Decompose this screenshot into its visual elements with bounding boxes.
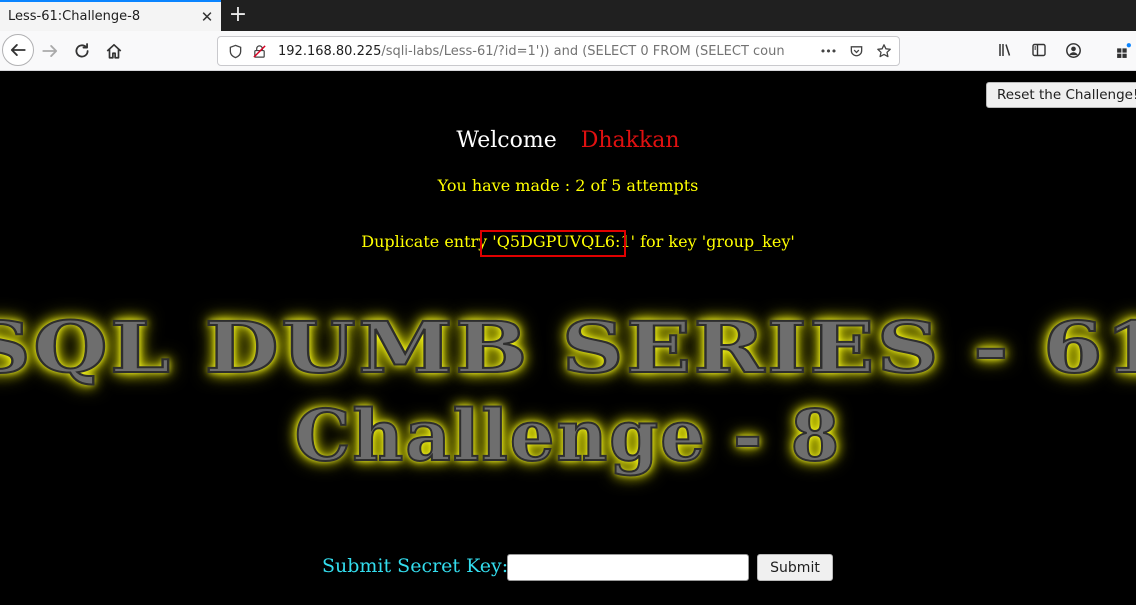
tab-title: Less-61:Challenge-8 [8,9,141,24]
tab-strip: Less-61:Challenge-8 ✕ + [0,0,1136,31]
forward-arrow-icon[interactable] [34,35,66,67]
reset-challenge-button[interactable]: Reset the Challenge! [986,82,1136,108]
secret-key-input[interactable] [507,554,749,581]
tab-close-icon[interactable]: ✕ [193,3,221,31]
page-actions-icon[interactable]: ••• [817,40,839,62]
secret-key-label: Submit Secret Key: [322,555,509,577]
url-host: 192.168.80.225 [278,43,382,59]
reload-icon[interactable] [66,35,98,67]
url-text[interactable]: 192.168.80.225/sqli-labs/Less-61/?id=1')… [278,44,798,59]
url-path: /sqli-labs/Less-61/?id=1')) and (SELECT … [381,43,785,59]
insecure-lock-icon[interactable] [248,40,270,62]
new-tab-icon[interactable]: + [224,0,252,30]
url-bar[interactable]: 192.168.80.225/sqli-labs/Less-61/?id=1')… [217,36,900,66]
banner-subtitle: Challenge - 8 [294,393,842,478]
library-icon[interactable] [990,35,1020,65]
key-highlight-box [480,230,626,257]
account-icon[interactable] [1058,35,1088,65]
shield-icon[interactable] [224,40,246,62]
toolbar-spacer [1092,35,1104,65]
secret-key-form: Submit Secret Key: Submit [0,554,1136,584]
title-banner: SQL DUMB SERIES - 61 Challenge - 8 [0,304,1136,484]
welcome-line: Welcome Dhakkan [0,128,1136,153]
banner-title: SQL DUMB SERIES - 61 [0,305,1136,390]
back-arrow-icon[interactable] [2,34,34,66]
error-prefix: Duplicate entry ' [361,232,497,251]
error-suffix: ' for key 'group_key' [630,232,795,251]
welcome-label: Welcome [456,128,557,153]
sidebar-icon[interactable] [1024,35,1054,65]
user-name: Dhakkan [580,128,680,153]
home-icon[interactable] [98,35,130,67]
attempts-counter: You have made : 2 of 5 attempts [437,176,699,195]
navigation-bar: 192.168.80.225/sqli-labs/Less-61/?id=1')… [0,31,1136,71]
bookmark-star-icon[interactable] [873,40,895,62]
extensions-icon[interactable] [1108,35,1136,65]
page-content: Reset the Challenge! Welcome Dhakkan You … [0,72,1136,605]
pocket-icon[interactable] [845,40,867,62]
active-tab[interactable]: Less-61:Challenge-8 ✕ [0,0,221,31]
submit-button[interactable]: Submit [757,554,833,581]
